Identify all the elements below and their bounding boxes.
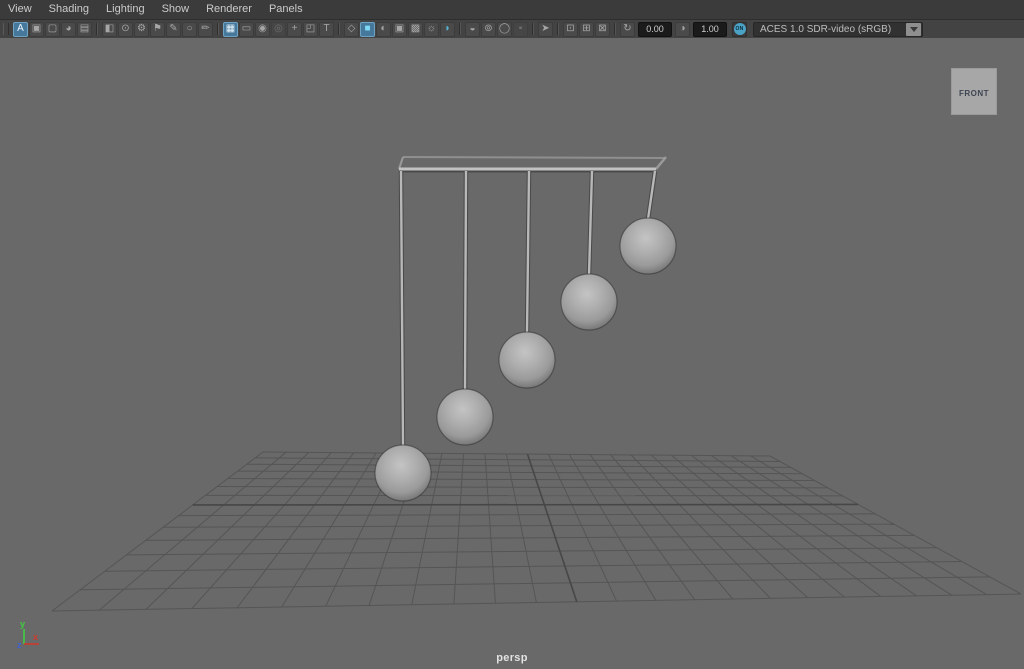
viewport-menubar: View Shading Lighting Show Renderer Panels [0, 0, 1024, 20]
axis-z-label: z [17, 640, 22, 650]
isolate-select-icon[interactable]: ➤ [538, 22, 553, 37]
menu-renderer[interactable]: Renderer [206, 0, 252, 19]
pan-zoom-icon[interactable]: ○ [182, 22, 197, 37]
camera-name-label: persp [0, 652, 1024, 664]
toolbar-separator [532, 23, 534, 35]
textured-icon[interactable]: ▩ [408, 22, 423, 37]
ground-grid [52, 452, 1021, 611]
perspective-viewport[interactable]: xy z FRONT persp [0, 38, 1024, 669]
image-plane-icon[interactable]: ▤ [77, 22, 92, 37]
annotate-icon[interactable]: ✏ [198, 22, 213, 37]
toolbar-separator [557, 23, 559, 35]
resolution-gate-icon[interactable]: ◉ [255, 22, 270, 37]
safe-action-icon[interactable]: ◰ [303, 22, 318, 37]
view-transform-toggle[interactable]: ON [732, 22, 747, 37]
menu-view[interactable]: View [8, 0, 32, 19]
pendulum-sphere-4[interactable] [561, 274, 617, 330]
xray-icon[interactable]: ⊡ [563, 22, 578, 37]
flat-shade-icon[interactable]: ◐ [376, 22, 391, 37]
scene-canvas[interactable]: xy z [0, 38, 1024, 669]
marquee-select-icon[interactable]: ▣ [29, 22, 44, 37]
wireframe-on-shaded-icon[interactable]: ▣ [392, 22, 407, 37]
toolbar-separator [217, 23, 219, 35]
toolbar-separator [338, 23, 340, 35]
gate-mask-icon[interactable]: ◎ [271, 22, 286, 37]
pendulum-sphere-1[interactable] [375, 445, 431, 501]
film-gate-icon[interactable]: ▭ [239, 22, 254, 37]
exposure-field[interactable] [638, 22, 672, 37]
exposure-icon[interactable]: ↻ [620, 22, 635, 37]
depth-of-field-icon[interactable]: ▪ [513, 22, 528, 37]
menu-panels[interactable]: Panels [269, 0, 303, 19]
lighting-icon[interactable]: ☼ [424, 22, 439, 37]
grease-pencil-icon[interactable]: ✎ [166, 22, 181, 37]
toolbar-grip[interactable] [3, 23, 9, 35]
select-camera-icon[interactable]: ◧ [102, 22, 117, 37]
wireframe-icon[interactable]: ◇ [344, 22, 359, 37]
menu-show[interactable]: Show [162, 0, 190, 19]
viewport-toolbar: A▣▢◕▤◧⊙⚙⚑✎○✏▦▭◉◎+◰T◇■◐▣▩☼◗◒⊚◯▪➤⊡⊞⊠↻◑ONAC… [0, 20, 1024, 39]
pendulum-spheres[interactable] [375, 218, 676, 501]
anti-alias-icon[interactable]: ◯ [497, 22, 512, 37]
lasso-select-icon[interactable]: ▢ [45, 22, 60, 37]
toolbar-separator [459, 23, 461, 35]
menu-shading[interactable]: Shading [49, 0, 89, 19]
selection-highlight-icon[interactable]: A [13, 22, 28, 37]
front-viewcube[interactable]: FRONT [951, 68, 997, 115]
chevron-down-icon[interactable] [906, 23, 921, 36]
paint-select-icon[interactable]: ◕ [61, 22, 76, 37]
field-chart-icon[interactable]: + [287, 22, 302, 37]
pendulum-sphere-5[interactable] [620, 218, 676, 274]
smooth-shade-icon[interactable]: ■ [360, 22, 375, 37]
grid-toggle-icon[interactable]: ▦ [223, 22, 238, 37]
pendulum-rods[interactable] [401, 171, 655, 446]
view-transform-dropdown[interactable]: ACES 1.0 SDR-video (sRGB) [753, 22, 923, 37]
bookmark-icon[interactable]: ⚑ [150, 22, 165, 37]
gamma-icon[interactable]: ◑ [675, 22, 690, 37]
menu-lighting[interactable]: Lighting [106, 0, 145, 19]
pendulum-frame[interactable] [399, 157, 666, 170]
axis-x-label: x [33, 632, 38, 642]
motion-blur-icon[interactable]: ⊚ [481, 22, 496, 37]
gamma-field[interactable] [693, 22, 727, 37]
xray-active-icon[interactable]: ⊠ [595, 22, 610, 37]
safe-title-icon[interactable]: T [319, 22, 334, 37]
toolbar-separator [614, 23, 616, 35]
lock-camera-icon[interactable]: ⊙ [118, 22, 133, 37]
shadows-icon[interactable]: ◗ [440, 22, 455, 37]
viewcube-label: FRONT [959, 89, 989, 98]
camera-attributes-icon[interactable]: ⚙ [134, 22, 149, 37]
pendulum-sphere-3[interactable] [499, 332, 555, 388]
ssao-icon[interactable]: ◒ [465, 22, 480, 37]
toolbar-separator [96, 23, 98, 35]
on-badge: ON [734, 23, 746, 35]
view-transform-value: ACES 1.0 SDR-video (sRGB) [754, 24, 906, 35]
axis-gizmo: xy z [17, 619, 39, 650]
joint-xray-icon[interactable]: ⊞ [579, 22, 594, 37]
axis-y-label: y [20, 619, 25, 629]
pendulum-sphere-2[interactable] [437, 389, 493, 445]
